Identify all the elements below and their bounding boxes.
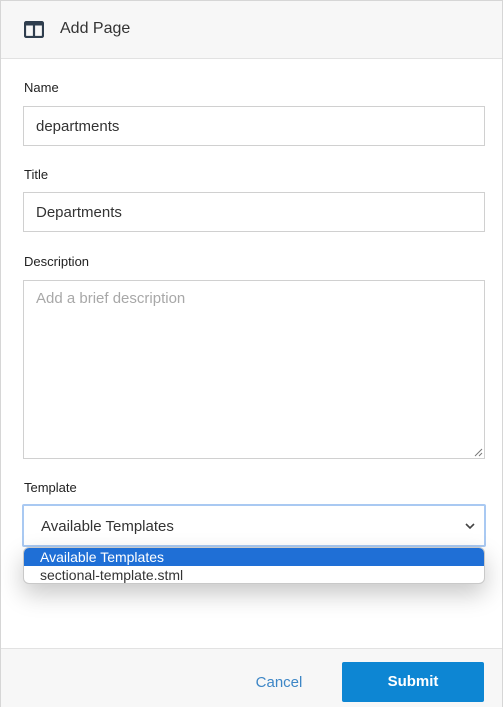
template-label: Template — [24, 480, 77, 495]
dialog-footer: Cancel Submit — [1, 648, 502, 707]
columns-layout-icon — [24, 21, 44, 38]
template-option-sectional-template[interactable]: sectional-template.stml — [24, 566, 484, 583]
name-input[interactable] — [23, 106, 485, 146]
title-label: Title — [24, 167, 49, 182]
description-label: Description — [24, 254, 90, 269]
resize-grip-icon[interactable] — [474, 448, 483, 457]
template-dropdown-menu: Available Templates sectional-template.s… — [23, 547, 485, 584]
chevron-down-icon — [465, 523, 475, 530]
submit-button[interactable]: Submit — [342, 662, 484, 702]
template-option-available-templates[interactable]: Available Templates — [24, 548, 484, 566]
cancel-button[interactable]: Cancel — [237, 663, 321, 703]
template-select[interactable]: Available Templates — [22, 504, 486, 547]
dialog-title: Add Page — [60, 20, 131, 37]
template-select-value: Available Templates — [41, 518, 174, 535]
dialog-header: Add Page — [1, 1, 502, 59]
name-label: Name — [24, 80, 59, 95]
title-input[interactable] — [23, 192, 485, 232]
add-page-dialog: Add Page Name Title Description Template… — [0, 0, 503, 707]
description-textarea[interactable] — [23, 280, 485, 459]
